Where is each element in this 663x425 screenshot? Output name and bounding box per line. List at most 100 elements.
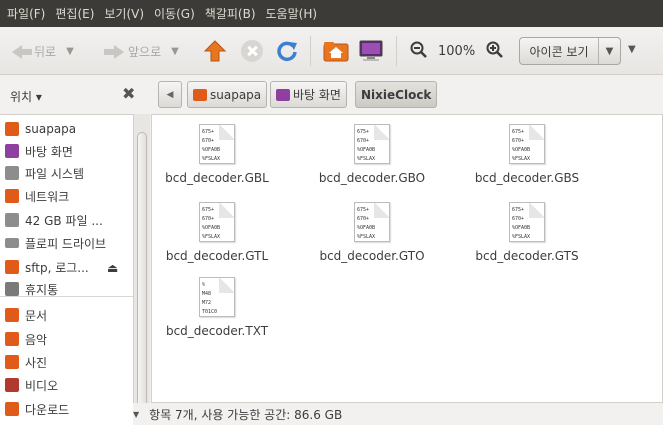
sidebar-item-label: 다운로드 bbox=[25, 402, 70, 417]
sidebar-item-label: 파일 시스템 bbox=[25, 166, 85, 181]
downloads-folder-icon bbox=[5, 402, 19, 416]
remote-folder-icon bbox=[5, 260, 19, 274]
status-expand-icon[interactable]: ▼ bbox=[133, 410, 139, 419]
file-name: bcd_decoder.GBL bbox=[165, 171, 269, 185]
sidebar-item-videos[interactable]: 비디오 bbox=[0, 374, 133, 396]
breadcrumb-label: NixieClock bbox=[361, 87, 432, 102]
sidebar-item-floppy[interactable]: 플로피 드라이브 bbox=[0, 232, 133, 254]
breadcrumb-label: suapapa bbox=[210, 87, 262, 102]
file-preview-line: % bbox=[202, 282, 206, 288]
breadcrumb-home[interactable]: suapapa bbox=[187, 81, 268, 108]
sidebar-item-volume[interactable]: 42 GB 파일 ... bbox=[0, 209, 133, 231]
sidebar-item-documents[interactable]: 문서 bbox=[0, 304, 133, 326]
text-file-icon: 675+ 670+ %OFA0B %FSLAX bbox=[199, 124, 235, 164]
file-view[interactable]: 675+ 670+ %OFA0B %FSLAX bcd_decoder.GBL … bbox=[151, 114, 663, 403]
zoom-level[interactable]: 100% bbox=[438, 44, 475, 59]
sidebar-item-home[interactable]: suapapa bbox=[0, 118, 133, 140]
close-sidebar-icon[interactable]: ✖ bbox=[122, 84, 135, 103]
file-preview-line: %FSLAX bbox=[357, 234, 376, 240]
file-preview-line: %OFA0B bbox=[512, 225, 531, 231]
file-preview-line: %FSLAX bbox=[202, 156, 221, 162]
file-item[interactable]: 675+ 670+ %OFA0B %FSLAX bcd_decoder.GTS bbox=[462, 195, 592, 267]
file-item[interactable]: 675+ 670+ %OFA0B %FSLAX bcd_decoder.GBS bbox=[462, 117, 592, 189]
home-icon[interactable] bbox=[323, 39, 349, 63]
breadcrumb-scroll-left-icon[interactable]: ◀ bbox=[158, 81, 182, 108]
toolbar-overflow-icon[interactable]: ▼ bbox=[628, 44, 636, 55]
network-folder-icon bbox=[5, 189, 19, 203]
music-folder-icon bbox=[5, 332, 19, 346]
sidebar-item-downloads[interactable]: 다운로드 bbox=[0, 398, 133, 420]
status-bar: ▼ 항목 7개, 사용 가능한 공간: 86.6 GB bbox=[133, 403, 663, 425]
back-button[interactable]: 뒤로 ▼ bbox=[12, 43, 74, 60]
menu-bar: 파일(F) 편집(E) 보기(V) 이동(G) 책갈피(B) 도움말(H) bbox=[0, 0, 663, 27]
file-preview-line: %FSLAX bbox=[512, 234, 531, 240]
file-item[interactable]: % M48 M72 T01C0 bcd_decoder.TXT bbox=[152, 270, 282, 342]
file-preview-line: 670+ bbox=[512, 216, 525, 222]
file-preview-line: 675+ bbox=[512, 207, 525, 213]
sidebar-item-pictures[interactable]: 사진 bbox=[0, 351, 133, 373]
zoom-in-icon[interactable] bbox=[486, 41, 504, 59]
back-history-dropdown-icon[interactable]: ▼ bbox=[66, 46, 74, 57]
file-preview-line: 670+ bbox=[357, 138, 370, 144]
menu-go[interactable]: 이동(G) bbox=[151, 5, 198, 22]
file-preview-line: %OFA0B bbox=[202, 147, 221, 153]
file-name: bcd_decoder.GTL bbox=[165, 249, 269, 263]
breadcrumb-desktop[interactable]: 바탕 화면 bbox=[270, 81, 347, 108]
sidebar-item-filesystem[interactable]: 파일 시스템 bbox=[0, 162, 133, 184]
file-preview-line: %OFA0B bbox=[357, 225, 376, 231]
reload-icon[interactable] bbox=[276, 40, 298, 62]
forward-history-dropdown-icon[interactable]: ▼ bbox=[171, 46, 179, 57]
menu-file[interactable]: 파일(F) bbox=[4, 5, 48, 22]
file-preview-line: %OFA0B bbox=[512, 147, 531, 153]
file-preview-line: %FSLAX bbox=[202, 234, 221, 240]
text-file-icon: 675+ 670+ %OFA0B %FSLAX bbox=[509, 202, 545, 242]
sidebar-item-label: 휴지통 bbox=[25, 282, 59, 297]
stop-icon[interactable] bbox=[241, 40, 263, 62]
text-file-icon: 675+ 670+ %OFA0B %FSLAX bbox=[354, 124, 390, 164]
menu-bookmarks[interactable]: 책갈피(B) bbox=[202, 5, 259, 22]
computer-icon[interactable] bbox=[358, 39, 384, 63]
file-name: bcd_decoder.TXT bbox=[165, 324, 269, 338]
trash-icon bbox=[5, 282, 19, 296]
file-item[interactable]: 675+ 670+ %OFA0B %FSLAX bcd_decoder.GTO bbox=[307, 195, 437, 267]
home-folder-icon bbox=[193, 88, 207, 101]
file-preview-line: %FSLAX bbox=[357, 156, 376, 162]
file-item[interactable]: 675+ 670+ %OFA0B %FSLAX bcd_decoder.GBL bbox=[152, 117, 282, 189]
sidebar-item-label: sftp, 로그... bbox=[25, 260, 89, 275]
file-preview-line: 670+ bbox=[202, 216, 215, 222]
status-text: 항목 7개, 사용 가능한 공간: 86.6 GB bbox=[149, 407, 343, 422]
up-icon[interactable] bbox=[204, 40, 226, 62]
toolbar-separator bbox=[396, 36, 397, 66]
forward-label: 앞으로 bbox=[128, 45, 162, 59]
file-item[interactable]: 675+ 670+ %OFA0B %FSLAX bcd_decoder.GBO bbox=[307, 117, 437, 189]
file-preview-line: 670+ bbox=[512, 138, 525, 144]
pictures-folder-icon bbox=[5, 355, 19, 369]
sidebar-item-label: 사진 bbox=[25, 355, 48, 370]
sidebar-item-label: 네트워크 bbox=[25, 189, 70, 204]
menu-edit[interactable]: 편집(E) bbox=[52, 5, 97, 22]
file-item[interactable]: 675+ 670+ %OFA0B %FSLAX bcd_decoder.GTL bbox=[152, 195, 282, 267]
file-name: bcd_decoder.GBO bbox=[318, 171, 426, 185]
sidebar-title[interactable]: 위치 ▾ bbox=[10, 88, 42, 105]
sidebar-item-desktop[interactable]: 바탕 화면 bbox=[0, 140, 133, 162]
sidebar-item-network[interactable]: 네트워크 bbox=[0, 185, 133, 207]
menu-view[interactable]: 보기(V) bbox=[101, 5, 147, 22]
sidebar-item-music[interactable]: 음악 bbox=[0, 328, 133, 350]
desktop-icon bbox=[5, 144, 19, 158]
view-mode-select[interactable]: 아이콘 보기 ▼ bbox=[519, 37, 621, 65]
file-preview-line: 675+ bbox=[357, 129, 370, 135]
sidebar-item-label: 비디오 bbox=[25, 378, 59, 393]
forward-button[interactable]: 앞으로 ▼ bbox=[102, 43, 179, 60]
file-preview-line: 675+ bbox=[512, 129, 525, 135]
breadcrumb-current[interactable]: NixieClock bbox=[355, 81, 438, 108]
text-file-icon: % M48 M72 T01C0 bbox=[199, 277, 235, 317]
toolbar-separator bbox=[310, 36, 311, 66]
sidebar-scrollbar[interactable] bbox=[133, 114, 150, 425]
text-file-icon: 675+ 670+ %OFA0B %FSLAX bbox=[509, 124, 545, 164]
file-preview-line: 675+ bbox=[357, 207, 370, 213]
view-mode-dropdown-icon[interactable]: ▼ bbox=[598, 38, 620, 64]
sidebar-scrollbar-thumb[interactable] bbox=[137, 132, 147, 412]
eject-icon[interactable]: ⏏ bbox=[107, 261, 118, 275]
menu-help[interactable]: 도움말(H) bbox=[263, 5, 321, 22]
zoom-out-icon[interactable] bbox=[410, 41, 428, 59]
